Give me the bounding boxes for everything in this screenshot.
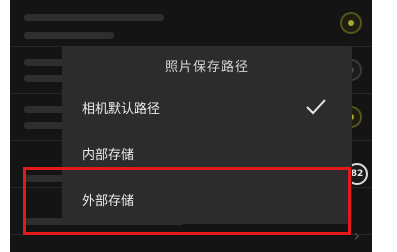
settings-row[interactable] [10, 0, 372, 47]
dialog-title: 照片保存路径 [164, 59, 249, 75]
setting-subtitle-placeholder [24, 32, 114, 39]
toggle-switch[interactable] [340, 12, 362, 34]
check-icon [306, 99, 326, 115]
chevron-right-icon: › [353, 226, 360, 245]
option-label: 相机默认路径 [82, 101, 161, 117]
option-label: 内部存储 [82, 147, 135, 163]
setting-title-placeholder [24, 14, 164, 21]
option-camera-default-path[interactable]: 相机默认路径 [62, 84, 352, 130]
highlight-annotation [23, 167, 351, 235]
